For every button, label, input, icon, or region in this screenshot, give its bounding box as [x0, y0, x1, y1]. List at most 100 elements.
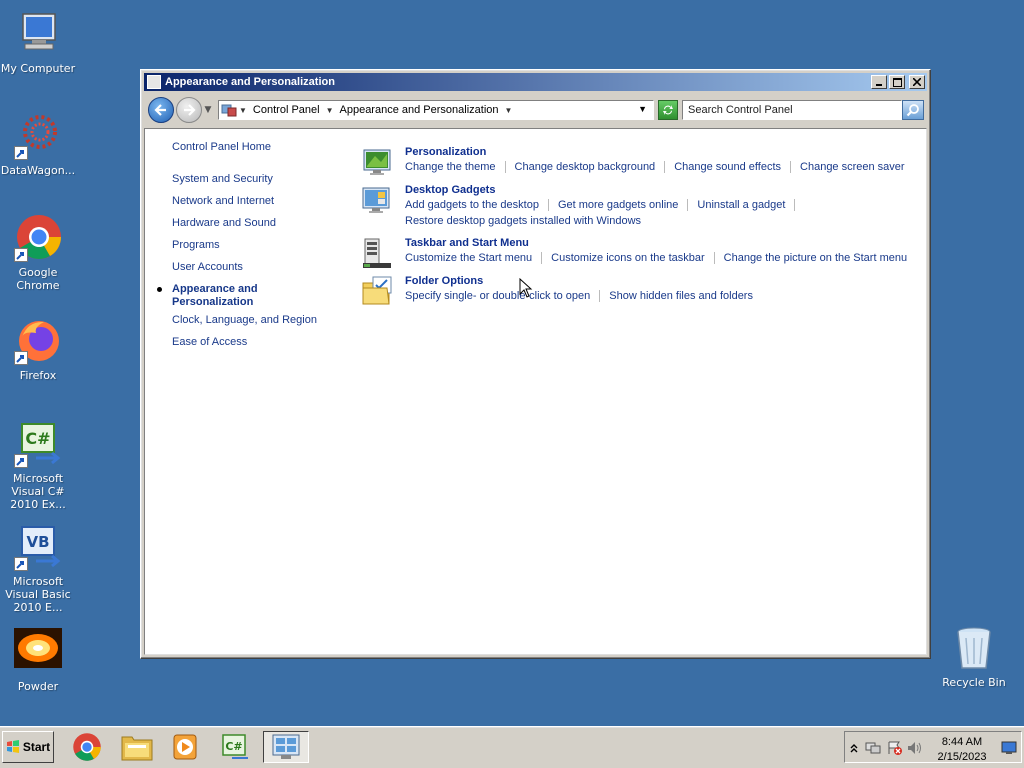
nav-programs[interactable]: Programs	[172, 239, 220, 251]
breadcrumb-appearance[interactable]: Appearance and Personalization	[336, 104, 503, 116]
visual-csharp-icon: C#	[222, 734, 248, 759]
control-panel-small-icon	[221, 104, 237, 117]
chrome-icon	[14, 214, 62, 262]
link-uninstall-gadget[interactable]: Uninstall a gadget	[697, 199, 785, 211]
forward-button[interactable]	[176, 97, 202, 123]
taskbar-explorer-button[interactable]	[114, 731, 160, 763]
search-icon	[906, 104, 919, 117]
clock-time: 8:44 AM	[941, 736, 983, 748]
nav-control-panel-home[interactable]: Control Panel Home	[172, 141, 271, 153]
link-show-hidden-files[interactable]: Show hidden files and folders	[609, 290, 753, 302]
desktop-icon-powder[interactable]: Powder	[0, 628, 76, 693]
desktop-icon-my-computer[interactable]: My Computer	[0, 10, 76, 75]
link-single-double-click[interactable]: Specify single- or double-click to open	[405, 290, 590, 302]
show-desktop-icon[interactable]	[1001, 741, 1017, 755]
shortcut-arrow-icon	[14, 351, 28, 365]
desktop-icon-label: Google Chrome	[16, 266, 60, 292]
content-pane: Control Panel Home System and Security N…	[144, 128, 927, 655]
shortcut-arrow-icon	[14, 146, 28, 160]
maximize-button[interactable]	[889, 75, 905, 89]
close-button[interactable]	[909, 75, 925, 89]
section-links: Specify single- or double-click to open …	[405, 290, 753, 302]
window-controls	[871, 75, 925, 89]
control-panel-icon	[147, 75, 161, 89]
link-change-desktop-background[interactable]: Change desktop background	[515, 161, 656, 173]
action-center-flag-icon[interactable]	[887, 741, 903, 755]
refresh-icon	[663, 105, 673, 115]
nav-clock-language-region[interactable]: Clock, Language, and Region	[172, 314, 317, 326]
taskbar-chrome-button[interactable]	[64, 731, 110, 763]
maximize-icon	[892, 77, 902, 87]
link-add-gadgets[interactable]: Add gadgets to the desktop	[405, 199, 539, 211]
desktop-icon-label: Powder	[17, 680, 59, 693]
desktop-icon-label: Firefox	[19, 369, 57, 382]
desktop-icon-label: DataWagon...	[0, 164, 76, 177]
nav-system-and-security[interactable]: System and Security	[172, 173, 273, 185]
section-links: Restore desktop gadgets installed with W…	[405, 215, 641, 227]
gadgets-icon	[362, 187, 390, 213]
desktop-icon-visual-csharp[interactable]: C# Microsoft Visual C# 2010 Ex...	[0, 420, 76, 511]
section-links: Customize the Start menu Customize icons…	[405, 252, 907, 264]
section-title[interactable]: Folder Options	[405, 275, 483, 287]
section-links: Change the theme Change desktop backgrou…	[405, 161, 905, 173]
chevron-right-icon[interactable]: ▼	[503, 106, 515, 115]
powder-icon	[14, 628, 62, 676]
back-button[interactable]	[148, 97, 174, 123]
desktop-icon-firefox[interactable]: Firefox	[0, 317, 76, 382]
show-hidden-icons-chevron-icon[interactable]	[849, 741, 865, 755]
control-panel-window: Appearance and Personalization ▼ ▼ Contr…	[140, 69, 931, 659]
link-change-theme[interactable]: Change the theme	[405, 161, 496, 173]
visual-csharp-icon: C#	[14, 420, 62, 468]
search-input[interactable]: Search Control Panel	[682, 100, 902, 120]
svg-text:C#: C#	[225, 740, 242, 753]
start-button[interactable]: Start	[2, 731, 54, 763]
chevron-right-icon[interactable]: ▼	[237, 106, 249, 115]
desktop-icon-datawagon[interactable]: DataWagon...	[0, 112, 76, 177]
link-restore-gadgets[interactable]: Restore desktop gadgets installed with W…	[405, 215, 641, 227]
shortcut-arrow-icon	[14, 557, 28, 571]
desktop-icon-label: Recycle Bin	[942, 676, 1006, 689]
link-get-more-gadgets[interactable]: Get more gadgets online	[558, 199, 678, 211]
link-customize-start-menu[interactable]: Customize the Start menu	[405, 252, 532, 264]
desktop-icon-google-chrome[interactable]: Google Chrome	[0, 214, 76, 292]
chrome-icon	[73, 733, 101, 761]
link-change-screen-saver[interactable]: Change screen saver	[800, 161, 905, 173]
desktop-icon-label: Microsoft Visual Basic 2010 E...	[5, 575, 71, 614]
recycle-bin-icon	[950, 624, 998, 672]
nav-hardware-and-sound[interactable]: Hardware and Sound	[172, 217, 276, 229]
breadcrumb[interactable]: ▼ Control Panel ▼ Appearance and Persona…	[218, 100, 654, 120]
window-titlebar[interactable]: Appearance and Personalization	[144, 73, 927, 91]
minimize-icon	[876, 84, 882, 86]
close-icon	[913, 78, 921, 86]
breadcrumb-control-panel[interactable]: Control Panel	[249, 104, 324, 116]
chevron-right-icon[interactable]: ▼	[324, 106, 336, 115]
network-icon[interactable]	[865, 741, 881, 755]
clock[interactable]: 8:44 AM 2/15/2023	[929, 735, 995, 765]
link-customize-taskbar-icons[interactable]: Customize icons on the taskbar	[551, 252, 704, 264]
taskbar-control-panel-button[interactable]	[263, 731, 309, 763]
svg-text:C#: C#	[25, 429, 50, 448]
desktop-icon-label: My Computer	[0, 62, 76, 75]
nav-appearance-and-personalization[interactable]: Appearance and Personalization	[172, 283, 292, 309]
volume-icon[interactable]	[907, 741, 923, 755]
section-title[interactable]: Personalization	[405, 146, 486, 158]
link-change-start-picture[interactable]: Change the picture on the Start menu	[724, 252, 907, 264]
minimize-button[interactable]	[871, 75, 887, 89]
folder-options-icon	[362, 276, 392, 305]
search-button[interactable]	[902, 100, 924, 120]
section-title[interactable]: Taskbar and Start Menu	[405, 237, 529, 249]
nav-ease-of-access[interactable]: Ease of Access	[172, 336, 247, 348]
link-change-sound-effects[interactable]: Change sound effects	[674, 161, 781, 173]
refresh-button[interactable]	[658, 100, 678, 120]
nav-user-accounts[interactable]: User Accounts	[172, 261, 243, 273]
recent-pages-dropdown[interactable]: ▼	[202, 105, 214, 115]
taskbar-media-player-button[interactable]	[162, 731, 208, 763]
svg-text:VB: VB	[26, 533, 49, 551]
nav-network-and-internet[interactable]: Network and Internet	[172, 195, 274, 207]
desktop-icon-visual-basic[interactable]: VB Microsoft Visual Basic 2010 E...	[0, 523, 76, 614]
section-title[interactable]: Desktop Gadgets	[405, 184, 495, 196]
address-dropdown-icon[interactable]: ▼	[638, 104, 647, 114]
taskbar-visual-csharp-button[interactable]: C#	[212, 731, 258, 763]
back-arrow-icon	[154, 104, 166, 116]
desktop-icon-recycle-bin[interactable]: Recycle Bin	[936, 624, 1012, 689]
